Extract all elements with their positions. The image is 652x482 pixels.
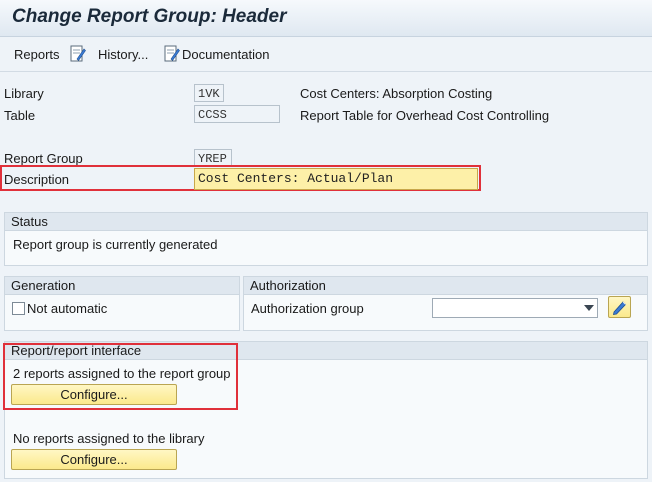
table-description: Report Table for Overhead Cost Controlli… <box>300 108 550 123</box>
status-text: Report group is currently generated <box>13 237 218 252</box>
generation-heading: Generation <box>5 277 239 295</box>
pencil-icon <box>612 301 627 315</box>
table-field[interactable]: CCSS <box>194 105 280 123</box>
authorization-group-select[interactable] <box>432 298 598 318</box>
configure-library-button[interactable]: Configure... <box>11 449 177 470</box>
not-automatic-checkbox[interactable] <box>12 302 25 315</box>
history-icon[interactable] <box>70 45 86 63</box>
library-description: Cost Centers: Absorption Costing <box>300 86 493 101</box>
page-title: Change Report Group: Header <box>12 6 287 27</box>
description-label: Description <box>4 172 70 187</box>
reports-button[interactable]: Reports <box>14 47 60 62</box>
configure-group-button[interactable]: Configure... <box>11 384 177 405</box>
library-label: Library <box>4 86 44 101</box>
status-heading: Status <box>5 213 647 231</box>
documentation-icon[interactable] <box>164 45 180 63</box>
documentation-button[interactable]: Documentation <box>182 47 269 62</box>
library-field[interactable]: 1VK <box>194 84 224 102</box>
authorization-group-label: Authorization group <box>251 301 364 316</box>
report-group-label: Report Group <box>4 151 83 166</box>
assigned-reports-text: 2 reports assigned to the report group <box>13 366 231 381</box>
not-automatic-label: Not automatic <box>27 301 108 316</box>
chevron-down-icon[interactable] <box>584 305 594 311</box>
library-reports-text: No reports assigned to the library <box>13 431 205 446</box>
table-label: Table <box>4 108 36 123</box>
description-input[interactable]: Cost Centers: Actual/Plan <box>194 168 478 190</box>
history-button[interactable]: History... <box>98 47 148 62</box>
authorization-heading: Authorization <box>244 277 647 295</box>
